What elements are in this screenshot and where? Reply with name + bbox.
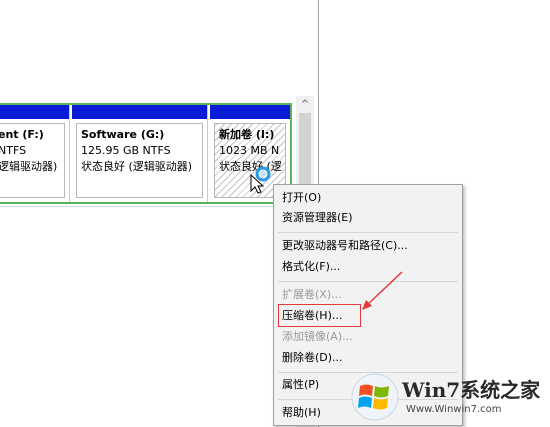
volume-g[interactable]: Software (G:) 125.95 GB NTFS 状态良好 (逻辑驱动器… — [72, 105, 208, 202]
volume-size: 125.95 GB NTFS — [81, 144, 171, 157]
volume-body: Software (G:) 125.95 GB NTFS 状态良好 (逻辑驱动器… — [76, 123, 203, 198]
windows-flag-icon — [351, 373, 399, 421]
watermark-title: Win7系统之家 — [402, 378, 541, 402]
volume-name: Software (G:) — [81, 128, 165, 141]
volume-status: 状态良好 (逻辑驱动器) — [81, 160, 193, 173]
watermark-url: Www.Winwin7.com — [406, 404, 502, 415]
volume-f[interactable]: ent (F:) NTFS 逻辑驱动器) — [0, 105, 70, 202]
volume-size: NTFS — [0, 144, 27, 157]
divider — [0, 206, 296, 207]
volume-name: ent (F:) — [0, 128, 44, 141]
volume-header-bar — [72, 105, 207, 119]
volume-body: ent (F:) NTFS 逻辑驱动器) — [0, 123, 65, 198]
menu-item-open[interactable]: 打开(O) — [282, 188, 454, 208]
scroll-up-icon[interactable]: ^ — [296, 98, 314, 112]
volume-status: 逻辑驱动器) — [0, 160, 58, 173]
menu-item-delete-volume[interactable]: 删除卷(D)... — [282, 348, 454, 368]
volume-header-bar — [0, 105, 69, 119]
annotation-highlight-box — [278, 304, 361, 327]
mouse-cursor-icon — [250, 166, 271, 194]
volume-list-pane — [0, 0, 318, 92]
menu-item-change-drive-letter[interactable]: 更改驱动器号和路径(C)... — [282, 236, 454, 256]
menu-item-add-mirror: 添加镜像(A)... — [282, 330, 353, 343]
volume-size: 1023 MB N — [219, 144, 280, 157]
menu-item-explorer[interactable]: 资源管理器(E) — [282, 208, 454, 228]
volume-header-bar — [210, 105, 290, 119]
annotation-arrow-icon — [362, 271, 403, 310]
watermark-logo: Win7系统之家 Www.Winwin7.com — [350, 372, 548, 427]
volume-name: 新加卷 (I:) — [219, 128, 275, 141]
menu-separator — [278, 232, 458, 233]
